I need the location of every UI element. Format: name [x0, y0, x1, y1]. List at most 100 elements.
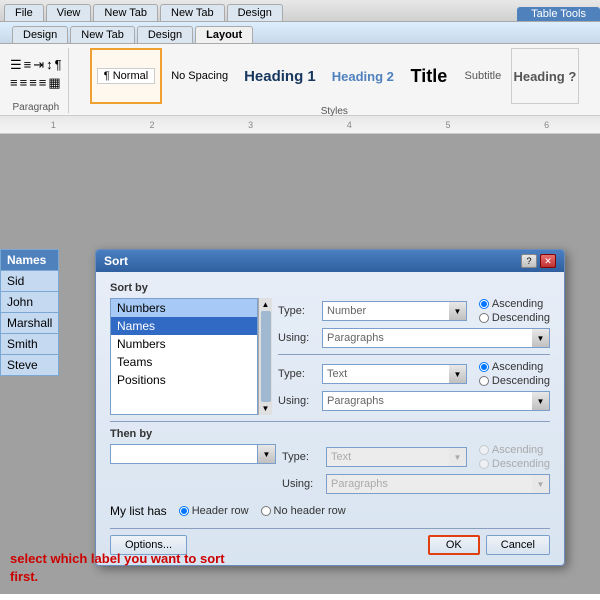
- then-by-desc-input: [479, 459, 489, 469]
- then-by-using-arrow: ▼: [532, 474, 550, 494]
- then-by-ascending: Ascending: [479, 444, 550, 456]
- ribbon-styles-section: ¶ Normal No Spacing Heading 1 Heading 2: [73, 48, 596, 113]
- descending-radio-2[interactable]: Descending: [479, 375, 550, 387]
- no-header-row-radio[interactable]: No header row: [261, 505, 346, 517]
- type-row-2: Type: Text ▼ Ascending: [278, 361, 550, 387]
- ascending-radio-2[interactable]: Ascending: [479, 361, 550, 373]
- cancel-button[interactable]: Cancel: [486, 535, 550, 555]
- tab-table-design2[interactable]: Design: [137, 26, 193, 43]
- dialog-help-button[interactable]: ?: [521, 254, 537, 268]
- header-row-input[interactable]: [179, 506, 189, 516]
- style-title[interactable]: Title: [403, 48, 455, 104]
- style-no-spacing[interactable]: No Spacing: [164, 48, 235, 104]
- sort-icon[interactable]: ↕: [46, 57, 53, 73]
- then-by-right-panel: Type: Text ▼ Ascending: [282, 444, 550, 498]
- shading-icon[interactable]: ▦: [48, 75, 60, 91]
- document-table: Names Sid John Marshall Smith Steve: [0, 249, 59, 376]
- sort-dialog: Sort ? ✕ Sort by Numbers: [95, 249, 565, 566]
- using-select-1[interactable]: Paragraphs: [322, 328, 532, 348]
- then-by-dropdown-arrow[interactable]: ▼: [258, 444, 276, 464]
- type-select-2-arrow[interactable]: ▼: [449, 364, 467, 384]
- ascending-radio-input-1[interactable]: [479, 299, 489, 309]
- sort-by-label: Sort by: [110, 282, 550, 294]
- listbox-item-numbers2[interactable]: Numbers: [111, 335, 257, 353]
- type-select-1-arrow[interactable]: ▼: [449, 301, 467, 321]
- ascending-radio-1[interactable]: Ascending: [479, 298, 550, 310]
- type-row-1: Type: Number ▼ Ascending: [278, 298, 550, 324]
- tab-view[interactable]: View: [46, 4, 92, 21]
- styles-buttons-row: ¶ Normal No Spacing Heading 1 Heading 2: [90, 48, 579, 104]
- heading-badge-btn[interactable]: Heading ?: [511, 48, 579, 104]
- page-wrapper: File View New Tab New Tab Design Table T…: [0, 0, 600, 600]
- paragraph-buttons: ☰ ≡ ⇥ ↕ ¶ ≡ ≡ ≡ ≡ ▦: [10, 48, 62, 100]
- listbox-scrollbar[interactable]: ▲ ▼: [258, 298, 272, 415]
- no-header-row-input[interactable]: [261, 506, 271, 516]
- align-right-icon[interactable]: ≡: [29, 75, 37, 91]
- style-heading2[interactable]: Heading 2: [325, 48, 401, 104]
- ascending-label-1: Ascending: [492, 298, 543, 310]
- descending-label-2: Descending: [492, 375, 550, 387]
- content-area: File View New Tab New Tab Design Table T…: [0, 0, 600, 600]
- dialog-window-controls: ? ✕: [521, 254, 556, 268]
- sort-listbox-wrapper: Numbers Names Numbers Teams Positions ▲ …: [110, 298, 272, 415]
- style-heading1[interactable]: Heading 1: [237, 48, 323, 104]
- using-select-2-container: Paragraphs ▼: [322, 391, 550, 411]
- listbox-item-names[interactable]: Names: [111, 317, 257, 335]
- ok-button[interactable]: OK: [428, 535, 480, 555]
- list-number-icon[interactable]: ≡: [24, 57, 32, 73]
- tab-newtab1[interactable]: New Tab: [93, 4, 158, 21]
- tab-design[interactable]: Design: [227, 4, 283, 21]
- then-by-type-label: Type:: [282, 451, 322, 463]
- align-left-icon[interactable]: ≡: [10, 75, 18, 91]
- then-by-using-container: Paragraphs ▼: [326, 474, 550, 494]
- type-select-1[interactable]: Number: [322, 301, 449, 321]
- sort-main-area: Numbers Names Numbers Teams Positions ▲ …: [110, 298, 550, 415]
- tab-table-design[interactable]: Design: [12, 26, 68, 43]
- then-by-type-select: Text: [326, 447, 449, 467]
- dialog-close-button[interactable]: ✕: [540, 254, 556, 268]
- ruler: 1 2 3 4 5 6: [0, 116, 600, 134]
- pilcrow-icon[interactable]: ¶: [55, 57, 62, 73]
- dialog-body: Sort by Numbers Names Numbers Teams Posi…: [96, 272, 564, 565]
- ribbon-main: ☰ ≡ ⇥ ↕ ¶ ≡ ≡ ≡ ≡ ▦: [0, 44, 600, 116]
- tab-table-layout[interactable]: Layout: [195, 26, 253, 43]
- list-has-label: My list has: [110, 504, 167, 518]
- ok-cancel-group: OK Cancel: [428, 535, 550, 555]
- list-bullet-icon[interactable]: ☰: [10, 57, 22, 73]
- type-select-2[interactable]: Text: [322, 364, 449, 384]
- then-by-type-arrow: ▼: [449, 447, 467, 467]
- table-row: Steve: [1, 355, 59, 376]
- using-select-2[interactable]: Paragraphs: [322, 391, 532, 411]
- listbox-item-numbers-top[interactable]: Numbers: [111, 299, 257, 317]
- order-radio-group-2: Ascending Descending: [479, 361, 550, 387]
- type-label-1: Type:: [278, 305, 318, 317]
- ascending-radio-input-2[interactable]: [479, 362, 489, 372]
- listbox-item-teams[interactable]: Teams: [111, 353, 257, 371]
- then-by-type-row: Type: Text ▼ Ascending: [282, 444, 550, 470]
- descending-radio-input-2[interactable]: [479, 376, 489, 386]
- style-subtitle[interactable]: Subtitle: [457, 48, 509, 104]
- using-label-2: Using:: [278, 395, 318, 407]
- justify-icon[interactable]: ≡: [39, 75, 47, 91]
- styles-group: ¶ Normal No Spacing Heading 1 Heading 2: [90, 48, 579, 104]
- align-center-icon[interactable]: ≡: [20, 75, 28, 91]
- indent-icon[interactable]: ⇥: [33, 57, 44, 73]
- then-by-using-row: Using: Paragraphs ▼: [282, 474, 550, 494]
- table-row: Marshall: [1, 313, 59, 334]
- table-tools-label: Table Tools: [517, 7, 600, 21]
- listbox-item-positions[interactable]: Positions: [111, 371, 257, 389]
- instruction-line2: first.: [10, 569, 38, 584]
- tab-file[interactable]: File: [4, 4, 44, 21]
- tab-table-newtab[interactable]: New Tab: [70, 26, 135, 43]
- descending-radio-1[interactable]: Descending: [479, 312, 550, 324]
- descending-radio-input-1[interactable]: [479, 313, 489, 323]
- header-row-radio[interactable]: Header row: [179, 505, 249, 517]
- style-normal[interactable]: ¶ Normal: [90, 48, 162, 104]
- table-row: John: [1, 292, 59, 313]
- ribbon-paragraph-section: ☰ ≡ ⇥ ↕ ¶ ≡ ≡ ≡ ≡ ▦: [4, 48, 69, 113]
- table-row: Smith: [1, 334, 59, 355]
- then-by-dropdown[interactable]: [110, 444, 258, 464]
- using-select-1-arrow[interactable]: ▼: [532, 328, 550, 348]
- tab-newtab2[interactable]: New Tab: [160, 4, 225, 21]
- using-select-2-arrow[interactable]: ▼: [532, 391, 550, 411]
